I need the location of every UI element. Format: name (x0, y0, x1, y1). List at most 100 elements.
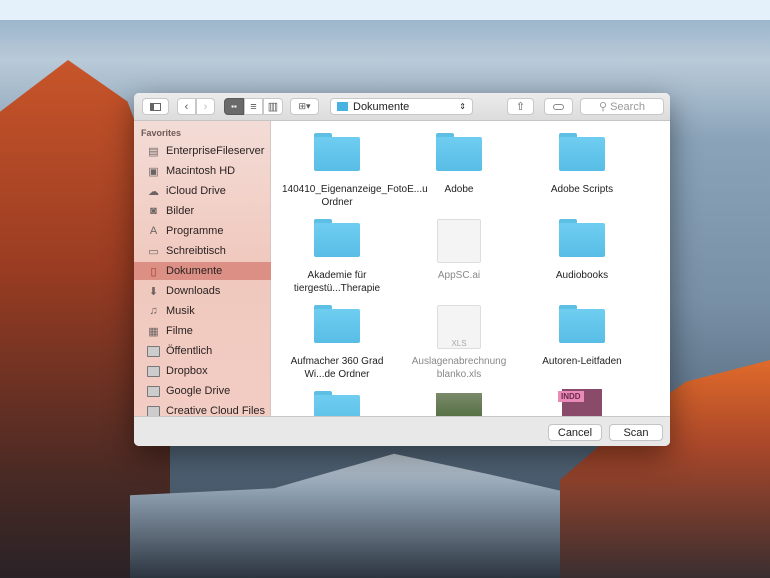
document-icon: XLS (437, 305, 481, 349)
sidebar-item[interactable]: Google Drive (134, 382, 271, 400)
file-item[interactable]: Autoren-Leitfaden (527, 305, 637, 368)
file-name: Adobe Scripts (550, 184, 614, 195)
file-name: Akademie für tiergestü...Therapie (293, 270, 381, 294)
file-name: Adobe (444, 184, 474, 195)
toolbar: ‹ › ▪▪ ≡ ▥ ⊞▾ Dokumente ⇕ ⇧ ⚲ Search (134, 93, 670, 121)
updown-chevron-icon: ⇕ (459, 102, 466, 111)
search-field[interactable]: ⚲ Search (580, 98, 664, 115)
arrange-button[interactable]: ⊞▾ (290, 98, 319, 115)
folder-icon (559, 133, 605, 171)
sidebar-item[interactable]: Öffentlich (134, 342, 271, 360)
sidebar-item-label: iCloud Drive (166, 185, 226, 197)
file-item[interactable]: 140410_Eigenanzeige_FotoE...u Ordner (282, 133, 428, 209)
sidebar-item[interactable]: ▤ EnterpriseFileserver (134, 142, 271, 160)
film-icon: ▦ (148, 325, 159, 338)
icon-view-button[interactable]: ▪▪ (224, 98, 244, 115)
forward-button[interactable]: › (196, 98, 215, 115)
folder-icon (314, 219, 360, 257)
location-label: Dokumente (353, 100, 410, 113)
sidebar-item-label: Musik (166, 305, 195, 317)
background-snow-peak (130, 453, 610, 578)
folder-icon (147, 345, 160, 357)
music-icon: ♫ (149, 305, 158, 317)
tag-icon (553, 103, 564, 110)
sidebar-item[interactable]: ☁ iCloud Drive (134, 182, 271, 200)
sidebar-item-label: Downloads (166, 285, 221, 297)
folder-icon (147, 365, 160, 377)
open-file-dialog: ‹ › ▪▪ ≡ ▥ ⊞▾ Dokumente ⇕ ⇧ ⚲ Search Favo… (134, 93, 670, 446)
sidebar-item[interactable]: ⬇ Downloads (134, 282, 271, 300)
cloud-icon: ☁ (148, 185, 159, 198)
sidebar-item[interactable]: ▭ Schreibtisch (134, 242, 271, 260)
share-icon: ⇧ (515, 101, 526, 113)
location-popup[interactable]: Dokumente ⇕ (330, 98, 473, 115)
sidebar-toggle-button[interactable] (142, 98, 169, 115)
server-icon: ▤ (148, 145, 159, 158)
back-button[interactable]: ‹ (177, 98, 196, 115)
file-item[interactable]: Adobe Scripts (527, 133, 637, 196)
file-item[interactable] (282, 391, 392, 416)
folder-icon (314, 305, 360, 343)
scan-button[interactable]: Scan (609, 424, 663, 441)
folder-icon (559, 219, 605, 257)
sidebar-item[interactable]: A Programme (134, 222, 271, 240)
file-item[interactable]: Aufmacher 360 Grad Wi...de Ordner (282, 305, 392, 381)
column-view-button[interactable]: ▥ (263, 98, 283, 115)
columns-icon: ▥ (267, 101, 279, 113)
sidebar-item[interactable]: ▣ Macintosh HD (134, 162, 271, 180)
folder-icon (559, 305, 605, 343)
sidebar-item[interactable]: ▦ Filme (134, 322, 271, 340)
folder-icon (147, 405, 160, 417)
download-icon: ⬇ (148, 285, 159, 298)
file-item[interactable]: INDD (527, 389, 637, 416)
file-item[interactable]: Akademie für tiergestü...Therapie (282, 219, 392, 295)
sidebar-icon (150, 102, 161, 111)
sidebar-item-label: Dropbox (166, 365, 208, 377)
file-name: AppSC.ai (437, 270, 481, 281)
file-item[interactable]: Adobe (404, 133, 514, 196)
indesign-file-icon: INDD (558, 389, 602, 416)
file-name: Autoren-Leitfaden (542, 356, 622, 367)
folder-icon (314, 133, 360, 171)
file-item[interactable]: AppSC.ai (404, 219, 514, 282)
sidebar-item[interactable]: ♫ Musik (134, 302, 271, 320)
grid-icon: ▪▪ (231, 102, 237, 111)
search-placeholder: Search (610, 100, 645, 113)
sidebar-item-label: Google Drive (166, 385, 231, 397)
sidebar-item[interactable]: Dropbox (134, 362, 271, 380)
folder-icon (436, 133, 482, 171)
file-grid: 140410_Eigenanzeige_FotoE...u Ordner Adob… (272, 121, 670, 416)
file-item[interactable]: Audiobooks (527, 219, 637, 282)
file-name: Audiobooks (555, 270, 609, 281)
sidebar-item-label: Programme (166, 225, 224, 237)
sidebar-item-label: Filme (166, 325, 193, 337)
folder-icon (147, 385, 160, 397)
folder-icon (314, 391, 360, 416)
tag-button[interactable] (544, 98, 573, 115)
folder-icon (337, 102, 348, 111)
chevron-left-icon: ‹ (184, 100, 189, 113)
list-icon: ≡ (250, 100, 257, 113)
sidebar: Favorites ▤ EnterpriseFileserver ▣ Macintos… (134, 121, 271, 417)
bottom-bar: Cancel Scan (134, 416, 670, 446)
file-item[interactable]: XLS Auslagenabrechnung blanko.xls (404, 305, 514, 381)
image-thumbnail (436, 393, 482, 416)
share-button[interactable]: ⇧ (507, 98, 534, 115)
documents-icon: ▯ (150, 265, 157, 278)
search-icon: ⚲ (599, 101, 608, 113)
sidebar-item-label: Macintosh HD (166, 165, 236, 177)
sidebar-item-label: Bilder (166, 205, 195, 217)
sidebar-item[interactable]: ▯ Dokumente (134, 262, 271, 280)
sidebar-item[interactable]: ◙ Bilder (134, 202, 271, 220)
sidebar-item-label: Öffentlich (166, 345, 213, 357)
document-icon (437, 219, 481, 263)
sidebar-item-label: Schreibtisch (166, 245, 226, 257)
file-name: 140410_Eigenanzeige_FotoE...u Ordner (282, 184, 428, 208)
harddisk-icon: ▣ (148, 165, 159, 178)
file-item[interactable] (404, 391, 514, 416)
list-view-button[interactable]: ≡ (244, 98, 263, 115)
file-name: Aufmacher 360 Grad Wi...de Ordner (290, 356, 384, 380)
file-type-badge: INDD (558, 391, 584, 402)
file-type-badge: XLS (451, 339, 467, 348)
cancel-button[interactable]: Cancel (548, 424, 602, 441)
